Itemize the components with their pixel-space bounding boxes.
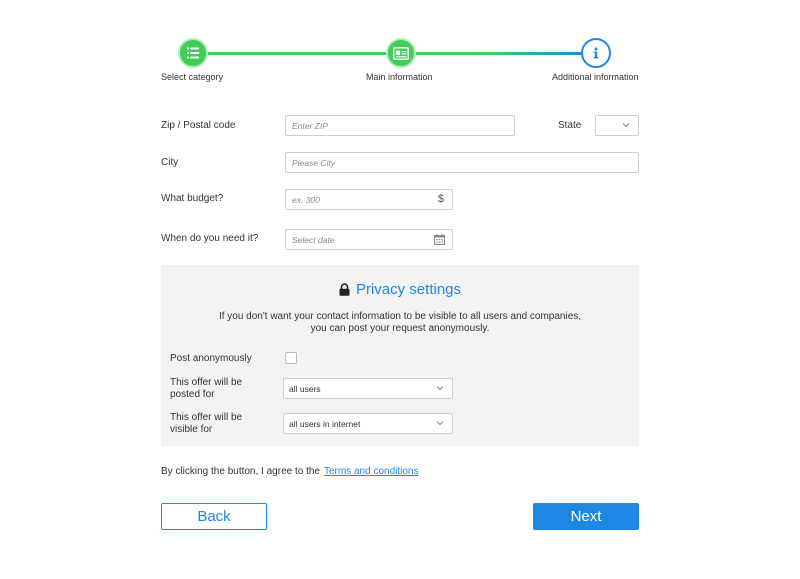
budget-label: What budget?	[161, 193, 224, 204]
privacy-title-text: Privacy settings	[355, 281, 462, 298]
posted-for-label-line1: This offer will be	[170, 377, 243, 388]
lock-icon	[339, 283, 350, 296]
privacy-desc-line1: If you don't want your contact informati…	[218, 311, 582, 322]
visible-for-label-line1: This offer will be	[170, 412, 243, 423]
budget-input[interactable]: ex. 300 $	[285, 189, 453, 210]
privacy-title: Privacy settings	[161, 281, 639, 298]
terms-line: By clicking the button, I agree to the Te…	[161, 466, 418, 477]
progress-stepper: Select category Main information Additio…	[161, 38, 639, 84]
terms-text: By clicking the button, I agree to the	[161, 466, 320, 477]
step-label-additional-information: Additional information	[552, 72, 639, 82]
zip-label: Zip / Postal code	[161, 120, 236, 131]
terms-link[interactable]: Terms and conditions	[324, 466, 419, 477]
stepper-line-completed	[191, 52, 389, 55]
visible-for-select[interactable]: all users in internet	[283, 413, 453, 434]
stepper-line-progress	[415, 52, 581, 55]
budget-placeholder: ex. 300	[292, 195, 320, 205]
info-icon	[593, 47, 599, 59]
posted-for-label-line2: posted for	[170, 389, 215, 400]
city-input[interactable]: Please City	[285, 152, 639, 173]
step-label-select-category: Select category	[161, 72, 224, 82]
post-anonymously-label: Post anonymously	[170, 353, 252, 364]
state-label: State	[558, 120, 582, 131]
chevron-down-icon	[622, 123, 630, 128]
chevron-down-icon	[436, 386, 444, 391]
visible-for-label: This offer will be visible for	[170, 412, 242, 436]
post-anonymously-checkbox[interactable]	[285, 352, 297, 364]
step-label-main-information: Main information	[366, 72, 433, 82]
date-input[interactable]: Select date	[285, 229, 453, 250]
privacy-description: If you don't want your contact informati…	[161, 311, 639, 335]
visible-for-value: all users in internet	[289, 419, 361, 429]
privacy-settings-panel: Privacy settings If you don't want your …	[161, 265, 639, 446]
list-icon	[187, 47, 199, 59]
step-main-information[interactable]	[386, 38, 416, 68]
step-select-category[interactable]	[178, 38, 208, 68]
dollar-icon: $	[437, 193, 444, 205]
zip-placeholder: Enter ZIP	[292, 121, 328, 131]
step-additional-information[interactable]	[581, 38, 611, 68]
privacy-desc-line2: you can post your request anonymously.	[310, 323, 490, 334]
posted-for-value: all users	[289, 384, 321, 394]
id-card-icon	[393, 46, 409, 60]
date-label: When do you need it?	[161, 233, 259, 244]
city-placeholder: Please City	[292, 158, 335, 168]
zip-input[interactable]: Enter ZIP	[285, 115, 515, 136]
back-button[interactable]: Back	[161, 503, 267, 530]
city-label: City	[161, 157, 179, 168]
state-select[interactable]	[595, 115, 639, 136]
calendar-icon[interactable]	[434, 234, 445, 245]
posted-for-label: This offer will be posted for	[170, 377, 242, 401]
posted-for-select[interactable]: all users	[283, 378, 453, 399]
visible-for-label-line2: visible for	[170, 424, 213, 435]
chevron-down-icon	[436, 421, 444, 426]
next-button[interactable]: Next	[533, 503, 639, 530]
date-placeholder: Select date	[292, 235, 335, 245]
